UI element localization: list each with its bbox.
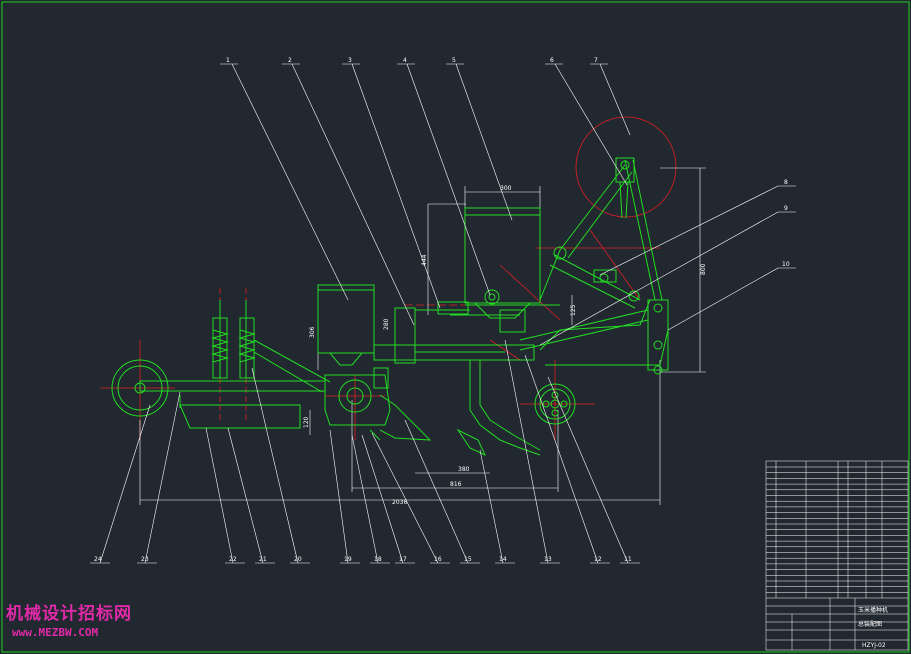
title-block-text: 玉米播种机 总装配图 HZYJ-02 <box>858 606 888 649</box>
part-label-20: 20 <box>294 556 302 563</box>
watermark-cn: 机械设计招标网 <box>6 603 132 624</box>
dim-816: 816 <box>450 481 462 488</box>
part-label-4: 4 <box>403 57 407 64</box>
title-line-1: 玉米播种机 <box>858 606 888 614</box>
dimension-lines <box>139 167 706 505</box>
part-label-5: 5 <box>452 57 456 64</box>
dim-hopper-height: 444 <box>421 254 428 266</box>
watermark: 机械设计招标网 www.MEZBW.COM <box>6 603 132 639</box>
drawing-number: HZYJ-02 <box>862 642 886 649</box>
part-label-13: 13 <box>544 556 552 563</box>
seed-hopper <box>464 207 541 304</box>
part-label-8: 8 <box>784 179 788 186</box>
title-block <box>765 460 909 651</box>
part-label-16: 16 <box>434 556 442 563</box>
part-label-21: 21 <box>259 556 267 563</box>
title-line-2: 总装配图 <box>858 620 882 628</box>
part-label-7: 7 <box>594 57 598 64</box>
part-label-3: 3 <box>348 57 352 64</box>
cad-drawing: 1 2 3 4 5 6 7 8 9 10 11 12 13 14 15 16 1… <box>1 1 910 653</box>
dim-120: 120 <box>303 416 310 428</box>
part-label-18: 18 <box>374 556 382 563</box>
small-hopper <box>317 284 375 354</box>
part-label-9: 9 <box>784 205 788 212</box>
machine-parts <box>111 157 669 457</box>
dim-total-length: 2036 <box>392 499 407 506</box>
dim-125: 125 <box>570 304 577 316</box>
part-label-23: 23 <box>141 556 149 563</box>
part-label-2: 2 <box>288 57 292 64</box>
dim-280: 280 <box>383 318 390 330</box>
dim-380: 380 <box>458 466 470 473</box>
part-label-11: 11 <box>624 556 632 563</box>
part-label-6: 6 <box>550 57 554 64</box>
center-lines <box>100 116 677 440</box>
part-label-10: 10 <box>782 261 790 268</box>
part-label-14: 14 <box>499 556 507 563</box>
watermark-url: www.MEZBW.COM <box>12 626 98 639</box>
part-label-15: 15 <box>464 556 472 563</box>
dim-306: 306 <box>309 326 316 338</box>
dim-frame-height: 800 <box>700 263 707 275</box>
part-label-12: 12 <box>594 556 602 563</box>
part-label-22: 22 <box>229 556 237 563</box>
sheet-border <box>1 1 910 653</box>
part-label-19: 19 <box>344 556 352 563</box>
part-label-24: 24 <box>94 556 102 563</box>
part-label-1: 1 <box>226 57 230 64</box>
dim-hopper-width: 300 <box>500 185 512 192</box>
part-label-17: 17 <box>399 556 407 563</box>
